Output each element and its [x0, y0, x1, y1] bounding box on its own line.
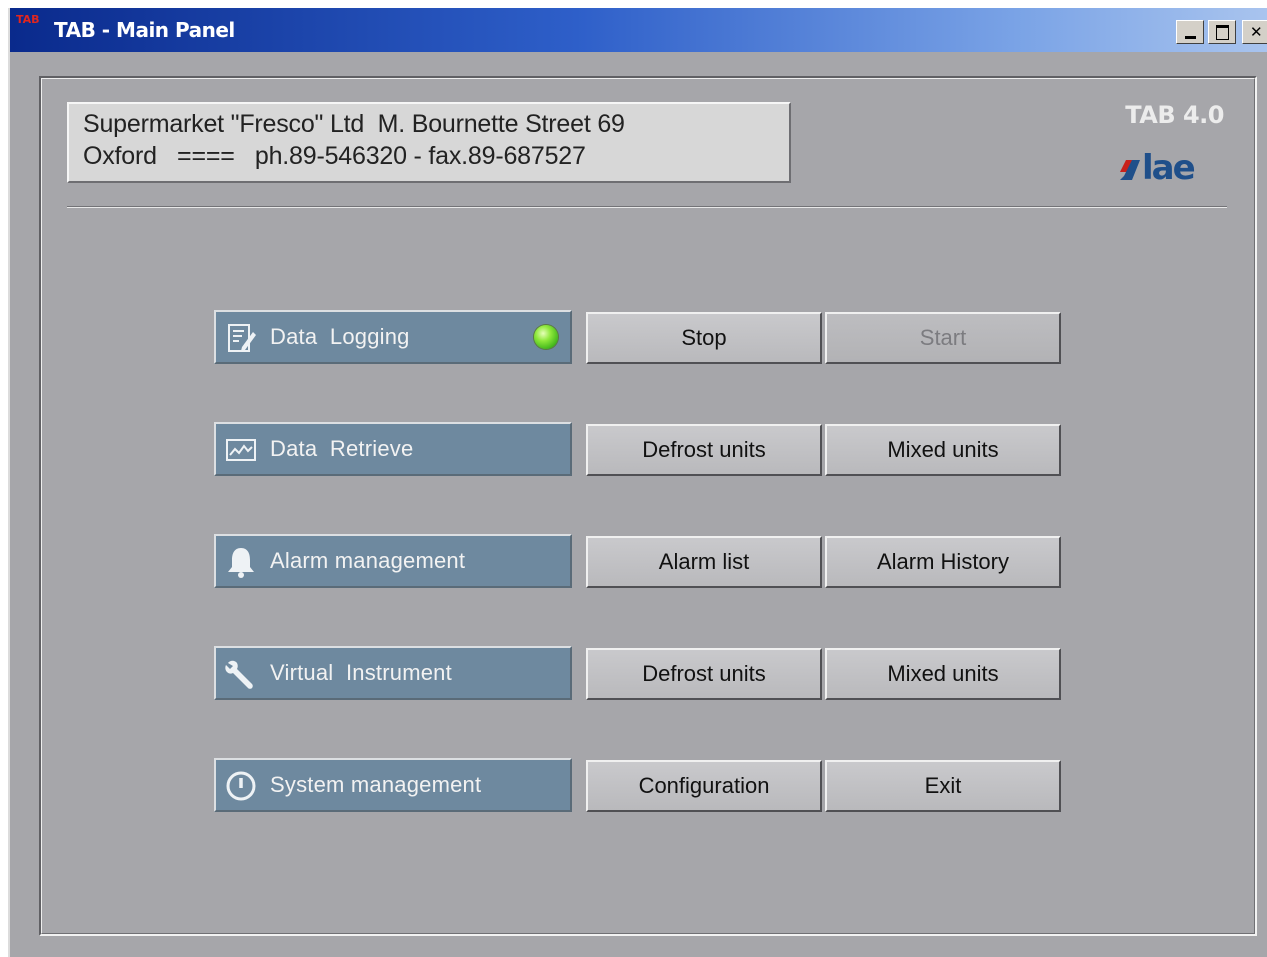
title-bar[interactable]: TAB TAB - Main Panel: [10, 8, 1267, 52]
row-label-text: Virtual Instrument: [270, 660, 452, 685]
row-label-system-management: System management: [214, 758, 572, 812]
address-line-2: Oxford ==== ph.89-546320 - fax.89-687527: [83, 142, 586, 170]
row-label-alarm-management: Alarm management: [214, 534, 572, 588]
exit-button[interactable]: Exit: [825, 760, 1061, 812]
app-icon: TAB: [16, 13, 40, 26]
close-button[interactable]: [1242, 20, 1267, 44]
stop-button[interactable]: Stop: [586, 312, 822, 364]
window-title: TAB - Main Panel: [54, 18, 235, 42]
instrument-mixed-units-button[interactable]: Mixed units: [825, 648, 1061, 700]
row-label-virtual-instrument: Virtual Instrument: [214, 646, 572, 700]
row-label-data-retrieve: Data Retrieve: [214, 422, 572, 476]
logo-text: lae: [1142, 148, 1195, 186]
retrieve-mixed-units-button[interactable]: Mixed units: [825, 424, 1061, 476]
main-window: TAB TAB - Main Panel Supermarket "Fresco…: [8, 8, 1267, 957]
row-label-text: System management: [270, 772, 482, 797]
status-led: [534, 325, 558, 349]
maximize-button[interactable]: [1208, 20, 1236, 44]
bell-icon: [228, 548, 254, 578]
row-label-text: Data Logging: [270, 324, 410, 349]
alarm-history-button[interactable]: Alarm History: [825, 536, 1061, 588]
notepad-pencil-icon: [228, 324, 256, 352]
row-label-text: Alarm management: [270, 548, 466, 573]
power-icon: [226, 771, 256, 801]
start-button[interactable]: Start: [825, 312, 1061, 364]
wrench-icon: [225, 660, 253, 689]
header-divider: [67, 206, 1227, 208]
graph-window-icon: [226, 439, 256, 461]
lae-logo: lae: [1120, 148, 1197, 186]
company-address-box: Supermarket "Fresco" Ltd M. Bournette St…: [67, 102, 791, 183]
minimize-button[interactable]: [1176, 20, 1204, 44]
retrieve-defrost-units-button[interactable]: Defrost units: [586, 424, 822, 476]
instrument-defrost-units-button[interactable]: Defrost units: [586, 648, 822, 700]
address-line-1: Supermarket "Fresco" Ltd M. Bournette St…: [83, 110, 625, 138]
row-label-data-logging: Data Logging: [214, 310, 572, 364]
configuration-button[interactable]: Configuration: [586, 760, 822, 812]
alarm-list-button[interactable]: Alarm list: [586, 536, 822, 588]
version-label: TAB 4.0: [1125, 101, 1224, 129]
row-label-text: Data Retrieve: [270, 436, 414, 461]
